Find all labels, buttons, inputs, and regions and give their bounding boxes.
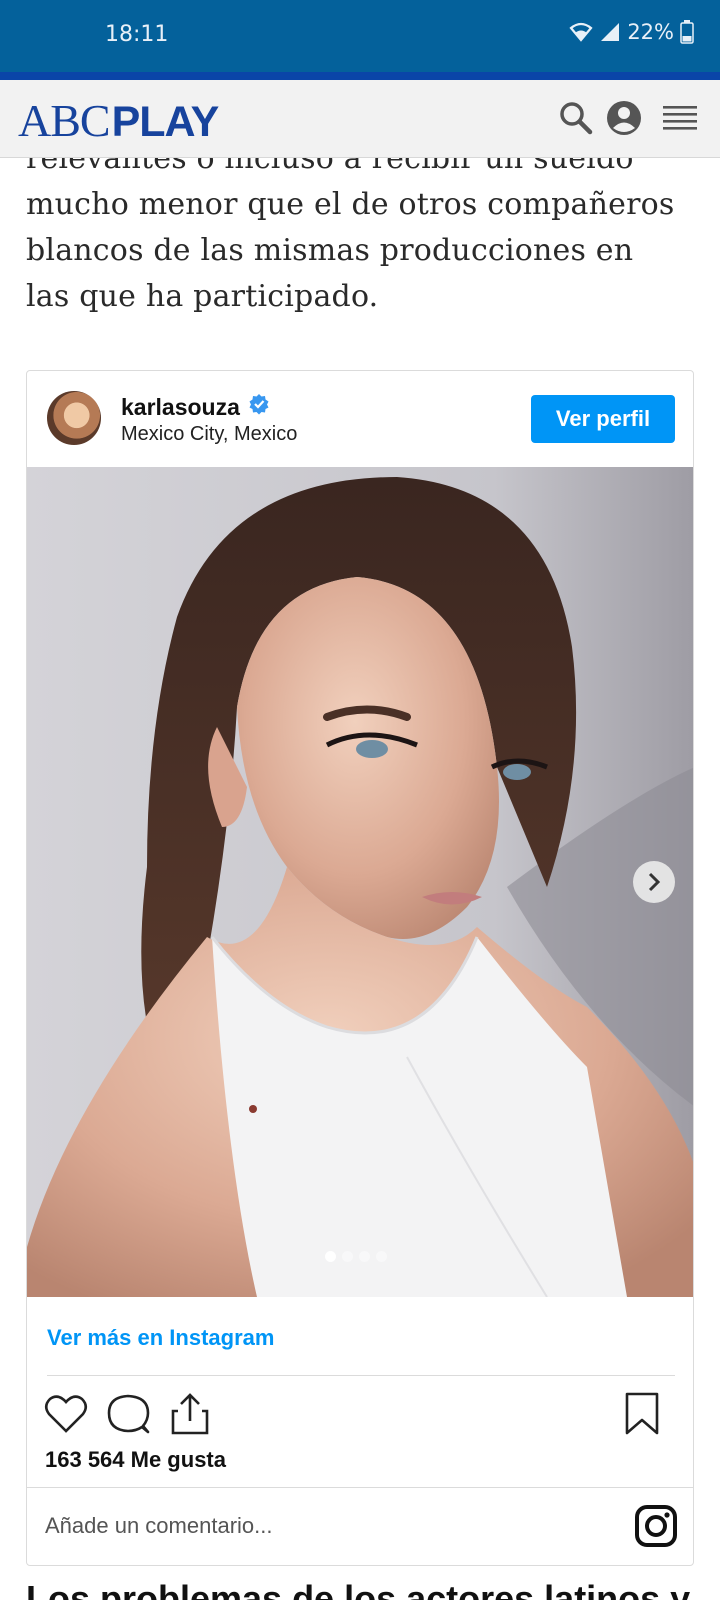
carousel-dot xyxy=(376,1251,387,1262)
chevron-right-icon xyxy=(648,872,661,892)
likes-count: 163 564 Me gusta xyxy=(45,1447,226,1472)
article-line: las que ha participado. xyxy=(26,279,379,314)
article-line: mucho menor que el de otros compañeros xyxy=(26,187,675,222)
instagram-photo[interactable] xyxy=(27,467,693,1297)
instagram-actions xyxy=(27,1387,693,1443)
logo-abc: ABC xyxy=(18,95,111,146)
menu-icon[interactable] xyxy=(660,98,700,138)
carousel-next-button[interactable] xyxy=(633,861,675,903)
divider xyxy=(27,1487,693,1488)
instagram-logo-icon[interactable] xyxy=(635,1505,677,1547)
instagram-username[interactable]: karlasouza xyxy=(121,393,270,421)
instagram-header: karlasouza Mexico City, Mexico Ver perfi… xyxy=(27,371,693,467)
heart-icon[interactable] xyxy=(43,1391,89,1437)
account-icon[interactable] xyxy=(604,98,644,138)
header-accent-strip xyxy=(0,72,720,80)
article-body: relevantes o incluso a recibir un sueldo… xyxy=(0,158,720,378)
battery-percent: 22% xyxy=(627,20,674,44)
divider xyxy=(47,1375,675,1376)
wifi-icon xyxy=(569,22,593,42)
comment-icon[interactable] xyxy=(105,1391,151,1437)
status-bar: 18:11 22% xyxy=(0,0,720,72)
bookmark-icon[interactable] xyxy=(619,1391,665,1437)
carousel-dot xyxy=(342,1251,353,1262)
battery-icon xyxy=(680,20,694,44)
site-header: ABC PLAY xyxy=(0,80,720,158)
portrait-image xyxy=(27,467,693,1297)
comment-input[interactable]: Añade un comentario... xyxy=(45,1513,272,1539)
carousel-dot xyxy=(325,1251,336,1262)
carousel-indicator xyxy=(325,1251,387,1262)
avatar[interactable] xyxy=(47,391,101,445)
search-icon[interactable] xyxy=(556,98,596,138)
view-more-on-instagram-link[interactable]: Ver más en Instagram xyxy=(47,1325,274,1351)
signal-icon xyxy=(599,22,621,42)
logo-play: PLAY xyxy=(111,98,220,146)
instagram-location[interactable]: Mexico City, Mexico xyxy=(121,423,297,446)
username-text: karlasouza xyxy=(121,393,240,420)
status-time: 18:11 xyxy=(105,22,169,47)
site-logo[interactable]: ABC PLAY xyxy=(18,94,220,147)
carousel-dot xyxy=(359,1251,370,1262)
next-section-heading: Los problemas de los actores latinos y xyxy=(26,1578,691,1600)
article-line: relevantes o incluso a recibir un sueldo xyxy=(26,158,634,176)
share-icon[interactable] xyxy=(167,1391,213,1437)
article-line: blancos de las mismas producciones en xyxy=(26,233,634,268)
instagram-embed: karlasouza Mexico City, Mexico Ver perfi… xyxy=(26,370,694,1566)
status-icons: 22% xyxy=(569,20,694,44)
view-profile-button[interactable]: Ver perfil xyxy=(531,395,675,443)
verified-badge-icon xyxy=(248,393,270,421)
